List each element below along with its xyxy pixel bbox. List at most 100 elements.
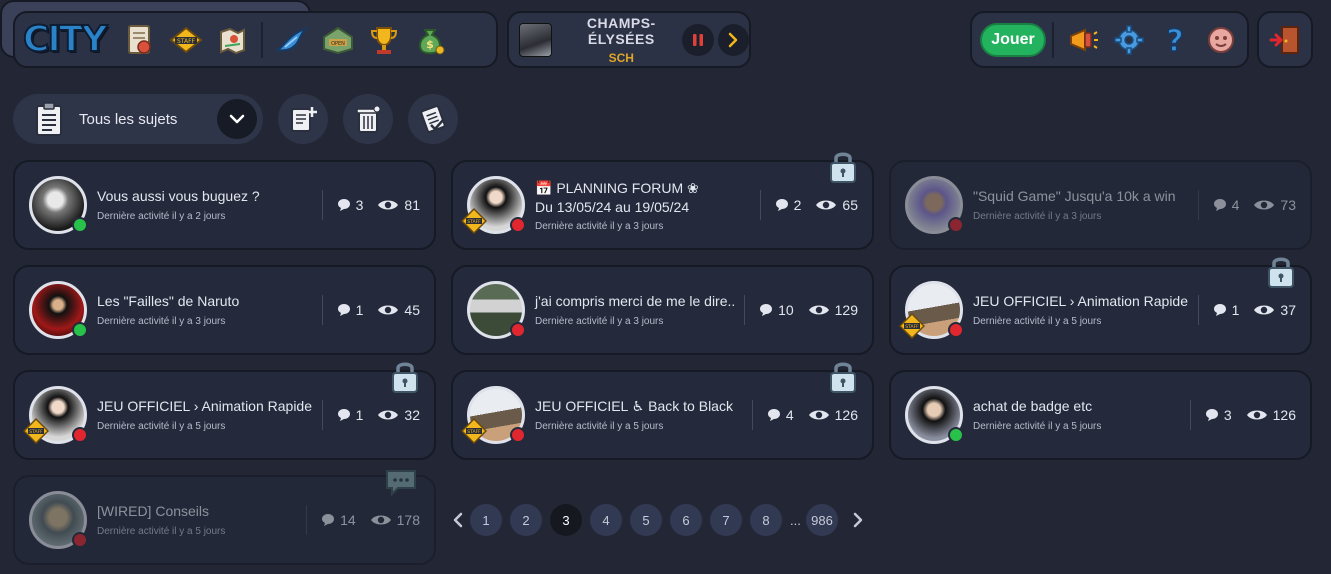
topic-title[interactable]: [WIRED] Conseils (97, 503, 209, 519)
view-count-value: 126 (834, 407, 858, 423)
city-logo[interactable]: CITY (22, 20, 108, 58)
topic-card[interactable]: STAFF 📅 PLANNING FORUM ❀ Du 13/05/24 au 1… (451, 152, 874, 250)
staff-icon[interactable]: STAFF (166, 20, 206, 60)
author-status-indicator (948, 322, 964, 338)
view-count: 126 (1246, 407, 1296, 423)
settings-gear-icon[interactable] (1109, 20, 1149, 60)
topic-last-activity: Dernière activité il y a 3 jours (535, 221, 664, 232)
view-count-value: 178 (396, 512, 420, 528)
topic-title[interactable]: 📅 PLANNING FORUM ❀ Du 13/05/24 au 19/05/… (535, 179, 715, 217)
comment-icon (760, 304, 773, 316)
topic-card[interactable]: j'ai compris merci de me le dire.. Derniè… (451, 265, 874, 355)
topic-stats: 3 81 (321, 190, 420, 220)
topic-title[interactable]: JEU OFFICIEL ♿ Back to Black (535, 398, 733, 415)
toolbar-divider (1052, 21, 1054, 58)
pagination-page-1[interactable]: 1 (470, 504, 502, 536)
pagination-last-page[interactable]: 986 (806, 504, 838, 536)
topic-stats: 2 65 (759, 190, 858, 220)
author-status-indicator (510, 322, 526, 338)
pagination-page-5[interactable]: 5 (630, 504, 662, 536)
next-button[interactable] (717, 23, 749, 56)
pagination: 12345678 ... 986 (446, 504, 870, 536)
reply-count-value: 1 (355, 302, 364, 318)
topic-title[interactable]: "Squid Game" Jusqu'a 10k a win (973, 188, 1176, 204)
staff-badge-icon: STAFF (460, 207, 488, 235)
locked-padlock-icon (390, 358, 420, 394)
svg-text:STAFF: STAFF (467, 219, 481, 225)
filter-dropdown-toggle[interactable] (217, 99, 257, 139)
topic-card[interactable]: Vous aussi vous buguez ? Dernière activit… (13, 160, 436, 250)
reply-count-value: 3 (355, 197, 364, 213)
new-topic-button[interactable] (278, 94, 328, 144)
trophy-icon[interactable] (364, 20, 404, 60)
chevron-right-icon (853, 512, 863, 528)
topic-last-activity: Dernière activité il y a 5 jours (973, 421, 1102, 432)
pause-button[interactable] (682, 23, 714, 56)
eye-icon (1246, 410, 1267, 420)
map-icon[interactable] (212, 20, 252, 60)
trash-button[interactable] (343, 94, 393, 144)
profile-avatar-icon[interactable] (1201, 20, 1241, 60)
view-count: 178 (370, 512, 420, 528)
topic-card[interactable]: STAFF JEU OFFICIEL › Animation Rapide Dern… (889, 257, 1312, 355)
pagination-next-button[interactable] (846, 504, 870, 536)
pagination-prev-button[interactable] (446, 504, 470, 536)
play-button[interactable]: Jouer (980, 22, 1046, 57)
topic-stats: 4 73 (1197, 190, 1296, 220)
wings-icon[interactable] (272, 20, 312, 60)
radio-player: CHAMPS-ÉLYSÉES SCH (507, 11, 751, 68)
locked-padlock-icon (828, 358, 858, 394)
mark-read-button[interactable] (408, 94, 458, 144)
view-count-value: 129 (834, 302, 858, 318)
topic-last-activity: Dernière activité il y a 3 jours (535, 316, 664, 327)
pagination-page-2[interactable]: 2 (510, 504, 542, 536)
topic-card[interactable]: Les "Failles" de Naruto Dernière activité… (13, 265, 436, 355)
comment-icon (337, 409, 350, 421)
reply-count-value: 1 (1231, 302, 1240, 318)
eye-icon (808, 305, 829, 315)
topic-title[interactable]: JEU OFFICIEL › Animation Rapide (973, 293, 1188, 309)
news-scroll-icon[interactable] (120, 20, 160, 60)
topic-stats: 14 178 (306, 505, 420, 535)
camera-frame-icon[interactable]: OPEN (318, 20, 358, 60)
chevron-right-icon (729, 32, 738, 47)
help-question-icon[interactable]: ? (1155, 20, 1195, 60)
pagination-page-4[interactable]: 4 (590, 504, 622, 536)
topic-title[interactable]: achat de badge etc (973, 398, 1092, 414)
clipboard-icon (36, 102, 62, 136)
topic-card[interactable]: STAFF JEU OFFICIEL › Animation Rapide Dern… (13, 362, 436, 460)
pagination-ellipsis: ... (790, 512, 801, 528)
topic-last-activity: Dernière activité il y a 5 jours (97, 526, 226, 537)
new-topic-icon (291, 107, 317, 132)
topic-card[interactable]: STAFF JEU OFFICIEL ♿ Back to Black Dernièr… (451, 362, 874, 460)
pagination-page-6[interactable]: 6 (670, 504, 702, 536)
reply-count: 3 (337, 197, 364, 213)
reply-count: 14 (321, 512, 356, 528)
topic-title[interactable]: Les "Failles" de Naruto (97, 293, 239, 309)
topic-card[interactable]: [WIRED] Conseils Dernière activité il y a… (13, 470, 436, 565)
money-bag-icon[interactable]: $ (410, 20, 450, 60)
pagination-pages: 12345678 (470, 504, 790, 536)
staff-badge-icon: STAFF (22, 417, 50, 445)
author-status-indicator (948, 427, 964, 443)
exit-button[interactable] (1257, 11, 1313, 68)
view-count: 129 (808, 302, 858, 318)
locked-padlock-icon (1266, 253, 1296, 289)
topic-card[interactable]: "Squid Game" Jusqu'a 10k a win Dernière a… (889, 160, 1312, 250)
megaphone-icon[interactable] (1063, 20, 1103, 60)
topic-title[interactable]: JEU OFFICIEL › Animation Rapide (97, 398, 312, 414)
topic-title[interactable]: Vous aussi vous buguez ? (97, 188, 260, 204)
topic-last-activity: Dernière activité il y a 5 jours (535, 421, 664, 432)
view-count: 45 (377, 302, 420, 318)
topic-stats: 4 126 (751, 400, 858, 430)
pagination-page-7[interactable]: 7 (710, 504, 742, 536)
pagination-page-3[interactable]: 3 (550, 504, 582, 536)
radio-station-subtitle: SCH (608, 50, 634, 65)
topic-filter-dropdown[interactable]: Tous les sujets (13, 94, 263, 144)
locked-padlock-icon (828, 148, 858, 184)
topic-title[interactable]: j'ai compris merci de me le dire.. (535, 293, 735, 309)
view-count-value: 126 (1272, 407, 1296, 423)
topic-card[interactable]: achat de badge etc Dernière activité il y… (889, 370, 1312, 460)
pagination-page-8[interactable]: 8 (750, 504, 782, 536)
reply-count-value: 4 (1231, 197, 1240, 213)
